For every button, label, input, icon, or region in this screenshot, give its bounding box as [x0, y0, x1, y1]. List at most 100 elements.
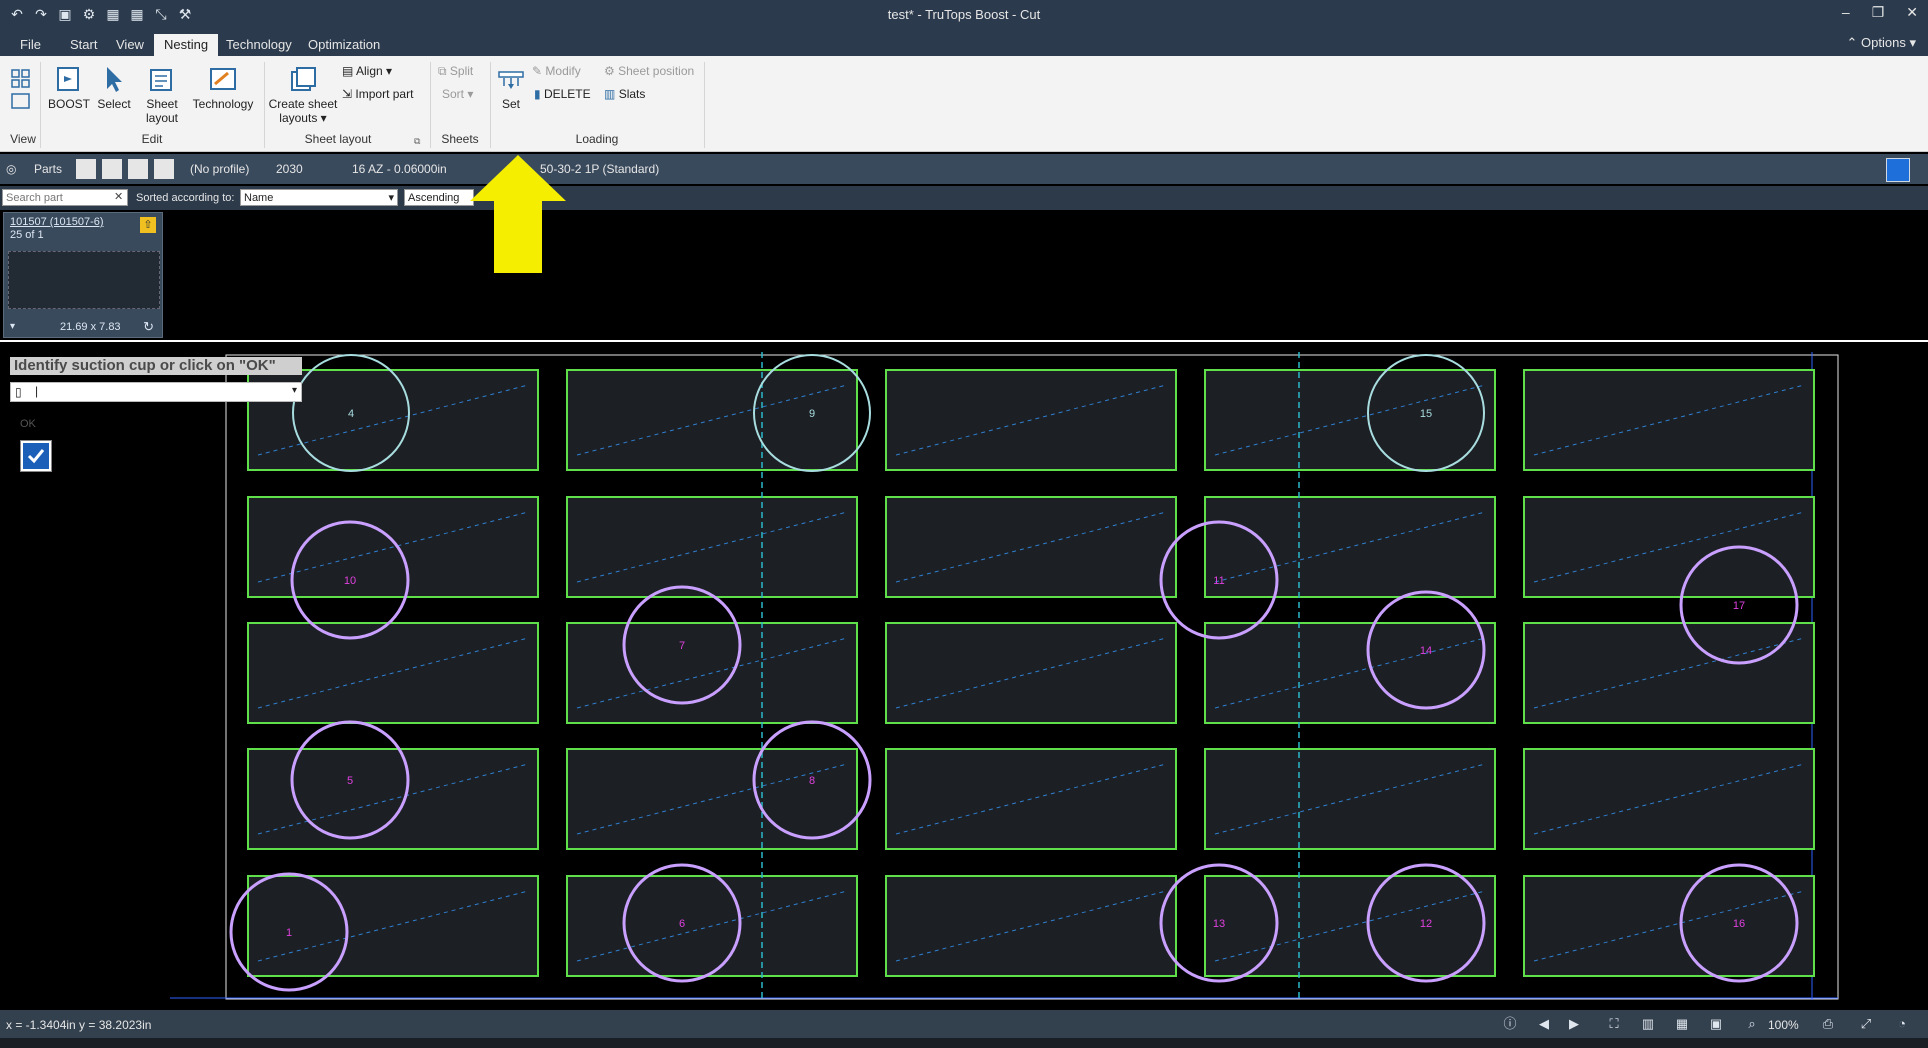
expand-icon[interactable]: ▾ [10, 321, 15, 332]
annotation-arrow [470, 155, 566, 273]
suction-cup-label: 15 [1420, 408, 1432, 420]
info-icon[interactable]: ⓘ [1502, 1016, 1518, 1032]
edit-group-label: Edit [141, 132, 163, 146]
ok-button[interactable] [20, 440, 52, 472]
tab-start[interactable]: Start [60, 34, 107, 56]
split-icon: ⧉ [438, 64, 447, 78]
dropdown-arrow-icon[interactable]: ▾ [292, 385, 297, 396]
sort-field-select[interactable]: Name ▾ [240, 189, 398, 206]
delete-button[interactable]: ▮ DELETE [534, 87, 591, 101]
tab-optimization[interactable]: Optimization [298, 34, 390, 56]
separator [40, 62, 41, 148]
sheet-view-icon[interactable]: ▣ [1708, 1016, 1724, 1032]
import-part-button[interactable]: ⇲ Import part [342, 87, 413, 101]
color-swatch[interactable] [1886, 158, 1910, 182]
suction-cup-label: 11 [1213, 575, 1224, 587]
suction-cup-label: 14 [1420, 645, 1432, 657]
checkmark-icon [23, 443, 49, 469]
suction-cup-label: 12 [1420, 918, 1432, 930]
clear-search-icon[interactable]: ✕ [114, 190, 123, 203]
part-card[interactable]: 101507 (101507-6) 25 of 1 ⇧ ▾ 21.69 x 7.… [3, 212, 163, 338]
part-dimensions: 21.69 x 7.83 [60, 321, 121, 333]
measure-tool-icon[interactable]: ⤢ [1858, 1016, 1874, 1032]
part-view-icons[interactable] [76, 159, 178, 179]
next-icon[interactable]: ▶ [1566, 1016, 1582, 1032]
sort-button[interactable]: Sort ▾ [442, 87, 473, 101]
suction-cup-label: 13 [1213, 918, 1225, 930]
align-icon: ▤ [342, 64, 354, 78]
dialog-launcher-icon[interactable]: ⧉ [414, 136, 420, 147]
nesting-sheet[interactable]: 4 9 15 11 17 14 13 12 16 10 7 8 5 6 1 [0, 340, 1928, 1010]
view-layout-icon[interactable] [10, 68, 32, 112]
modify-icon: ✎ [532, 64, 543, 78]
loading-group-label: Loading [575, 132, 619, 146]
grid-view-icon[interactable]: ▦ [1674, 1016, 1690, 1032]
text-cursor: | [35, 384, 39, 398]
create-sheet-layouts-button[interactable]: Create sheet layouts ▾ [268, 64, 338, 125]
close-icon[interactable]: ✕ [1906, 4, 1918, 21]
boost-icon [57, 67, 79, 91]
trash-icon: ▮ [534, 87, 541, 101]
part-name[interactable]: 101507 (101507-6) [10, 216, 104, 228]
select-button[interactable]: Select [94, 64, 134, 111]
set-loading-icon [498, 71, 524, 89]
options-menu[interactable]: ⌃ Options ▾ [1847, 35, 1916, 51]
tab-nesting[interactable]: Nesting [154, 34, 219, 56]
chart-view-icon[interactable]: ▥ [1640, 1016, 1656, 1032]
refresh-icon[interactable]: ↻ [143, 319, 154, 335]
suction-cup-label: 10 [344, 575, 356, 587]
suction-cup-label: 17 [1733, 600, 1745, 612]
suction-cup-label: 1 [286, 927, 292, 939]
part-count: 25 of 1 [10, 229, 44, 241]
align-button[interactable]: ▤ Align ▾ [342, 64, 392, 78]
search-part-input[interactable]: Search part [2, 189, 128, 206]
profile-value[interactable]: (No profile) [190, 162, 249, 176]
collapse-icon[interactable]: ◎ [6, 162, 16, 176]
separator [430, 62, 431, 148]
command-input[interactable]: ▯ | ▾ [10, 382, 302, 402]
settings-status-icon[interactable]: ◔ [1894, 1016, 1910, 1032]
cursor-coordinates: x = -1.3404in y = 38.2023in [6, 1018, 152, 1032]
minimize-icon[interactable]: – [1842, 4, 1850, 21]
view-group-label: View [10, 132, 36, 146]
sheet-layout-icon [150, 69, 172, 91]
separator [490, 62, 491, 148]
sheet-position-button[interactable]: ⚙ Sheet position [604, 64, 694, 78]
command-prompt: Identify suction cup or click on "OK" [10, 357, 302, 375]
suction-cup-label: 8 [809, 775, 815, 787]
separator [704, 62, 705, 148]
slats-button[interactable]: ▥ Slats [604, 87, 645, 101]
suction-cup-label: 6 [679, 918, 685, 930]
sheet-layout-button[interactable]: Sheet layout [140, 64, 184, 125]
suction-cup-label: 16 [1733, 918, 1745, 930]
ribbon: View BOOST Select Sheet layout Technolog… [0, 56, 1928, 152]
window-controls: – ❐ ✕ [1842, 4, 1918, 21]
upload-icon[interactable]: ⇧ [140, 217, 156, 233]
sort-order-select[interactable]: Ascending [404, 189, 474, 206]
parts-label: Parts [34, 162, 63, 176]
split-button[interactable]: ⧉ Split [438, 64, 473, 79]
restore-icon[interactable]: ❐ [1872, 4, 1885, 21]
set-button[interactable]: Set [494, 64, 528, 111]
material-value[interactable]: 16 AZ - 0.06000in [352, 162, 447, 176]
tab-view[interactable]: View [106, 34, 154, 56]
machine-value[interactable]: 2030 [276, 162, 303, 176]
boost-button[interactable]: BOOST [46, 64, 92, 111]
tab-technology[interactable]: Technology [216, 34, 302, 56]
title-bar: ↶ ↷ ▣ ⚙ ▦ ▦ ⤡ ⚒ test* - TruTops Boost - … [0, 0, 1928, 30]
create-sheets-icon [291, 67, 316, 91]
clipboard-icon: ▯ [15, 385, 22, 399]
sorted-label: Sorted according to: [136, 192, 235, 204]
suction-cup-label: 5 [347, 775, 353, 787]
zoom-level[interactable]: 100% [1768, 1018, 1799, 1032]
zoom-icon[interactable]: ⌕ [1744, 1016, 1760, 1032]
previous-icon[interactable]: ◀ [1536, 1016, 1552, 1032]
filter-bar: Search part ✕ Sorted according to: Name ▾… [0, 186, 1928, 210]
status-bar: x = -1.3404in y = 38.2023in ⓘ ◀ ▶ ⛶ ▥ ▦ … [0, 1010, 1928, 1038]
fit-icon[interactable]: ⛶ [1606, 1016, 1622, 1032]
technology-button[interactable]: Technology [188, 64, 258, 111]
modify-button[interactable]: ✎ Modify [532, 64, 581, 78]
tab-file[interactable]: File [10, 34, 51, 56]
cursor-icon [107, 67, 122, 92]
print-icon[interactable]: ⎙ [1820, 1016, 1836, 1032]
